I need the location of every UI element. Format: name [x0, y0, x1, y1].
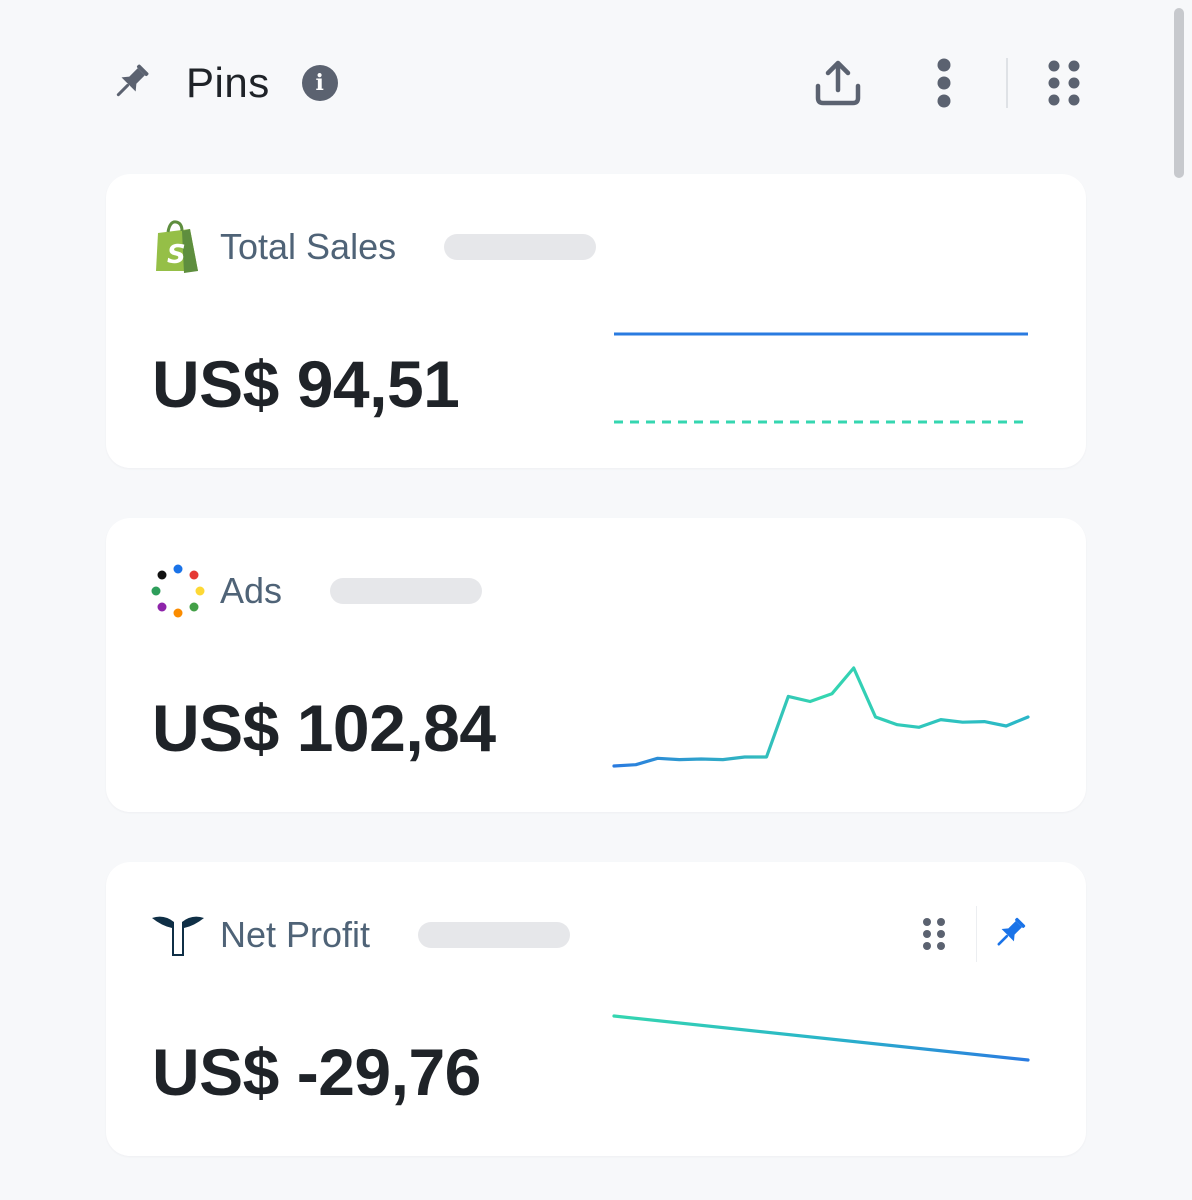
share-icon	[815, 60, 861, 106]
header-actions	[808, 53, 1086, 113]
metric-value: US$ 102,84	[152, 691, 496, 765]
grid-icon	[1048, 60, 1080, 106]
sparkline-chart	[612, 1014, 1030, 1062]
loading-placeholder	[444, 234, 597, 260]
card-header: S Total Sales	[150, 219, 597, 275]
pin-active-icon	[996, 917, 1025, 946]
header-divider	[1006, 58, 1008, 108]
unpin-button[interactable]	[976, 906, 1040, 962]
triple-whale-logo	[150, 907, 206, 963]
scrollbar[interactable]	[1174, 8, 1184, 178]
more-options-button[interactable]	[924, 53, 964, 113]
metric-card-ads[interactable]: Ads US$ 102,84	[106, 518, 1086, 812]
metric-value: US$ 94,51	[152, 347, 460, 421]
card-header: Net Profit	[150, 907, 571, 963]
loading-placeholder	[330, 578, 483, 604]
loading-placeholder	[418, 922, 571, 948]
page-title: Pins	[186, 59, 270, 106]
layout-grid-button[interactable]	[1044, 53, 1084, 113]
card-title: Total Sales	[220, 226, 397, 267]
drag-handle-icon	[923, 918, 945, 950]
metric-card-total-sales[interactable]: S Total Sales US$ 94,51	[106, 174, 1086, 468]
pins-page: Pins i S Total Sales US$ 94,51 Ads US$ 1…	[0, 0, 1192, 1200]
metric-card-net-profit[interactable]: Net Profit US$ -29,76	[106, 862, 1086, 1156]
ads-dots-logo	[150, 563, 206, 619]
pins-header: Pins i	[104, 50, 1086, 116]
pin-icon	[104, 57, 156, 109]
sparkline-chart	[614, 332, 1028, 424]
card-tools	[914, 906, 1040, 962]
card-title: Ads	[220, 570, 283, 611]
info-icon[interactable]: i	[301, 65, 338, 101]
svg-text:S: S	[167, 240, 186, 270]
card-header: Ads	[150, 563, 483, 619]
kebab-icon	[937, 58, 951, 108]
sparkline-current	[612, 1014, 1030, 1062]
sparkline-chart	[612, 666, 1030, 768]
drag-handle-button[interactable]	[914, 906, 954, 962]
metric-value: US$ -29,76	[152, 1035, 481, 1109]
share-button[interactable]	[808, 53, 868, 113]
card-title: Net Profit	[220, 914, 371, 955]
sparkline-current	[612, 666, 1030, 768]
shopify-logo: S	[150, 219, 206, 275]
